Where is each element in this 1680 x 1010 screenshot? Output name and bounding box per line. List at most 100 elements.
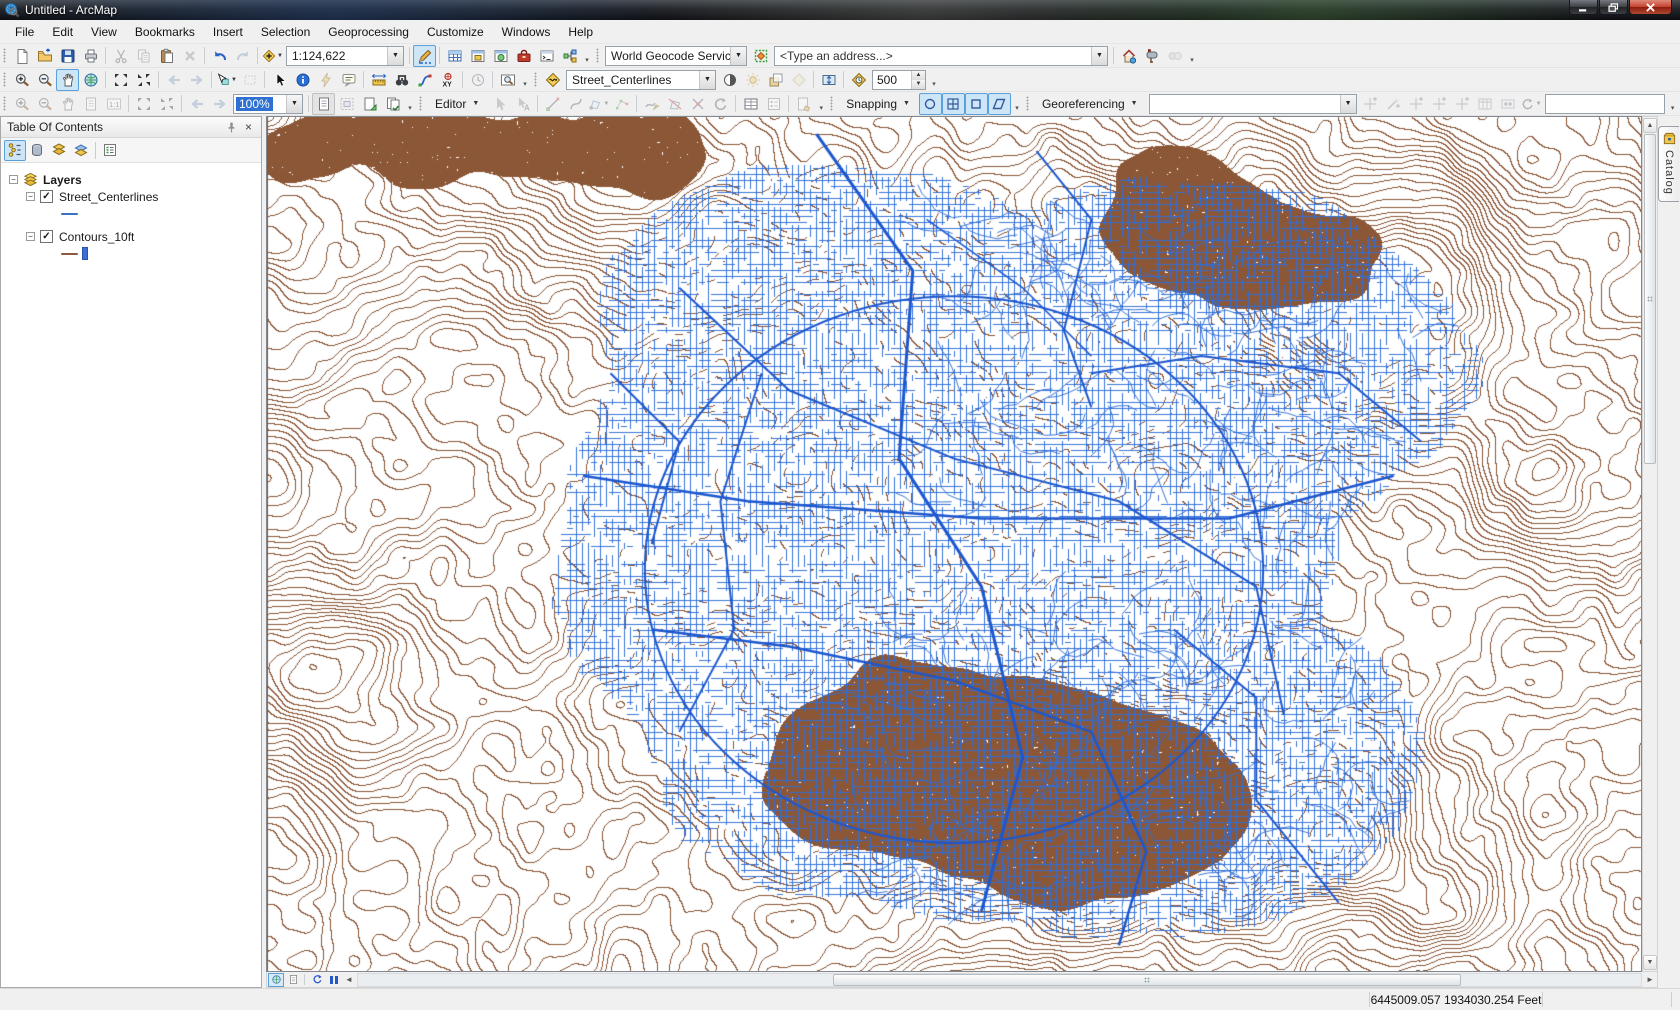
delete-button[interactable] — [178, 45, 201, 67]
delete-link-tool[interactable] — [1451, 93, 1474, 115]
collapse-expander-icon[interactable]: − — [9, 175, 18, 184]
menu-bookmarks[interactable]: Bookmarks — [126, 22, 204, 42]
layer-checkbox[interactable]: ✓ — [40, 230, 53, 243]
attributes-button[interactable] — [739, 93, 762, 115]
georeferencing-menu-button[interactable]: Georeferencing▼ — [1033, 93, 1147, 115]
trace-tool[interactable]: ▼ — [587, 93, 610, 115]
rotate-tool[interactable] — [709, 93, 732, 115]
layers-root-item[interactable]: − Layers — [1, 171, 261, 188]
geocode-addresses-button[interactable] — [1117, 45, 1140, 67]
html-popup-tool[interactable] — [337, 69, 360, 91]
review-matches-button[interactable] — [1140, 45, 1163, 67]
print-button[interactable] — [79, 45, 102, 67]
python-window-button[interactable] — [535, 45, 558, 67]
contrast-button[interactable] — [718, 69, 741, 91]
toolbar-grip[interactable] — [534, 72, 537, 87]
geocode-locate-button[interactable] — [749, 45, 772, 67]
search-window-button[interactable] — [489, 45, 512, 67]
layout-pan-tool[interactable] — [56, 93, 79, 115]
toolbar-overflow-button[interactable]: ▾ — [928, 69, 940, 91]
map-horizontal-scrollbar[interactable] — [357, 973, 1642, 987]
back-extent-button[interactable] — [162, 69, 185, 91]
cut-polygons-tool[interactable] — [663, 93, 686, 115]
zoom-in-tool[interactable] — [10, 69, 33, 91]
dropdown-arrow-icon[interactable]: ▼ — [1091, 47, 1107, 65]
layer-symbol-contours-10ft[interactable] — [1, 245, 261, 262]
layout-zoom-whole-page-button[interactable] — [79, 93, 102, 115]
toolbar-grip[interactable] — [419, 96, 422, 111]
new-map-button[interactable] — [10, 45, 33, 67]
toolbar-grip[interactable] — [596, 48, 599, 63]
time-slider-button[interactable] — [466, 69, 489, 91]
menu-windows[interactable]: Windows — [493, 22, 560, 42]
fixed-zoom-out-button[interactable] — [132, 69, 155, 91]
point-snapping-toggle[interactable] — [919, 93, 942, 115]
dropdown-arrow-icon[interactable]: ▼ — [1340, 95, 1356, 113]
list-by-drawing-order-button[interactable] — [4, 140, 26, 161]
collapse-expander-icon[interactable]: − — [26, 232, 35, 241]
toc-header[interactable]: Table Of Contents × — [1, 117, 261, 138]
zoom-to-link-tool[interactable] — [1428, 93, 1451, 115]
locator-combo[interactable]: World Geocode Service (/ ▼ — [605, 46, 747, 66]
layer-symbol-street-centerlines[interactable] — [1, 205, 261, 222]
viewer-window-button[interactable] — [496, 69, 519, 91]
layout-zoom-out-tool[interactable] — [33, 93, 56, 115]
redo-button[interactable] — [231, 45, 254, 67]
dropdown-arrow-icon[interactable]: ▼ — [699, 71, 715, 89]
menu-selection[interactable]: Selection — [252, 22, 319, 42]
find-route-button[interactable] — [413, 69, 436, 91]
list-by-selection-button[interactable] — [70, 140, 92, 161]
menu-insert[interactable]: Insert — [204, 22, 252, 42]
toggle-draft-mode-button[interactable] — [312, 93, 335, 115]
transparency-button[interactable] — [764, 69, 787, 91]
layer-checkbox[interactable]: ✓ — [40, 190, 53, 203]
cut-button[interactable] — [109, 45, 132, 67]
change-layout-button[interactable] — [358, 93, 381, 115]
toolbar-grip[interactable] — [1026, 96, 1029, 111]
save-button[interactable] — [56, 45, 79, 67]
fixed-zoom-in-button[interactable] — [109, 69, 132, 91]
focus-data-frame-button[interactable] — [335, 93, 358, 115]
pause-drawing-button[interactable] — [326, 973, 342, 987]
list-by-visibility-button[interactable] — [48, 140, 70, 161]
flicker-tool[interactable] — [847, 69, 870, 91]
edge-snapping-toggle[interactable] — [988, 93, 1011, 115]
arctoolbox-button[interactable] — [512, 45, 535, 67]
select-features-tool[interactable]: ▼ — [215, 69, 238, 91]
spinner-up-icon[interactable]: ▲ — [912, 71, 925, 80]
edit-vertices-tool[interactable] — [610, 93, 633, 115]
catalog-tab[interactable]: Catalog — [1658, 126, 1679, 202]
view-link-table-button[interactable] — [1474, 93, 1497, 115]
pan-tool[interactable] — [56, 69, 79, 91]
go-to-xy-button[interactable] — [436, 69, 459, 91]
dropdown-arrow-icon[interactable]: ▼ — [286, 95, 302, 113]
menu-geoprocessing[interactable]: Geoprocessing — [319, 22, 418, 42]
toolbar-overflow-button[interactable]: ▾ — [519, 69, 531, 91]
effects-layer-combo[interactable]: Street_Centerlines ▼ — [566, 70, 716, 90]
split-tool[interactable] — [686, 93, 709, 115]
restore-button[interactable] — [1599, 0, 1628, 15]
scroll-down-icon[interactable]: ▼ — [1643, 955, 1657, 970]
georeferencing-layer-combo[interactable]: ▼ — [1149, 94, 1357, 114]
create-features-button[interactable] — [792, 93, 815, 115]
menu-customize[interactable]: Customize — [418, 22, 493, 42]
identify-tool[interactable] — [291, 69, 314, 91]
toolbar-grip[interactable] — [3, 48, 6, 63]
undo-button[interactable] — [208, 45, 231, 67]
layer-item-contours-10ft[interactable]: − ✓ Contours_10ft — [1, 228, 261, 245]
georeferencing-rotation-input[interactable] — [1545, 94, 1665, 114]
map-canvas[interactable] — [267, 117, 1641, 971]
data-driven-pages-button[interactable] — [381, 93, 404, 115]
snapping-menu-button[interactable]: Snapping▼ — [837, 93, 919, 115]
map-viewport[interactable] — [266, 116, 1642, 972]
arc-segment-tool[interactable] — [564, 93, 587, 115]
layout-zoom-combo[interactable]: 100% ▼ — [233, 94, 303, 114]
find-button[interactable] — [390, 69, 413, 91]
clear-selection-button[interactable] — [238, 69, 261, 91]
edit-annotation-tool[interactable] — [511, 93, 534, 115]
hyperlink-tool[interactable] — [314, 69, 337, 91]
reshape-feature-tool[interactable] — [640, 93, 663, 115]
close-button[interactable] — [1629, 0, 1672, 15]
refresh-view-button[interactable] — [309, 973, 325, 987]
full-extent-button[interactable] — [79, 69, 102, 91]
